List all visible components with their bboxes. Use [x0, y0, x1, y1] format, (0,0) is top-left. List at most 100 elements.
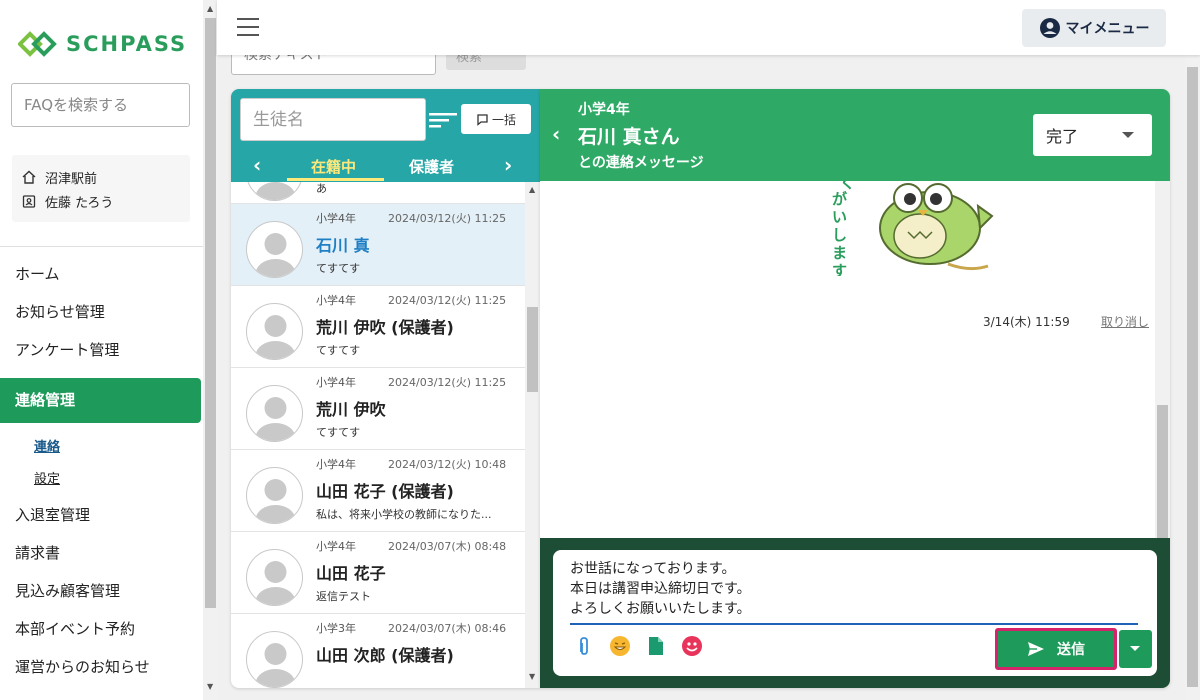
student-list-scrollbar[interactable]: ▲ ▼: [525, 182, 540, 688]
bulk-send-label: 一括: [491, 112, 516, 127]
scroll-up-icon[interactable]: ▲: [207, 4, 213, 13]
faq-search-input[interactable]: [11, 83, 190, 127]
sidebar-item-home[interactable]: ホーム: [0, 255, 203, 293]
list-tabs: ‹ 在籍中 保護者 ›: [231, 151, 540, 182]
svg-text:い: い: [832, 208, 847, 226]
sidebar-subitem-settings[interactable]: 設定: [0, 464, 203, 496]
sidebar-item-contact[interactable]: 連絡管理: [0, 378, 201, 423]
page-scrollbar[interactable]: [1185, 55, 1200, 700]
chat-student-grade: 小学4年: [578, 102, 630, 118]
send-label: 送信: [1057, 642, 1085, 658]
sidebar-item-operator-news[interactable]: 運営からのお知らせ: [0, 648, 203, 686]
avatar: [246, 385, 303, 442]
chat-header: ‹ 小学4年 石川 真さん との連絡メッセージ 完了: [540, 89, 1170, 181]
chat-scrollbar[interactable]: [1155, 181, 1170, 538]
page-scroll-thumb[interactable]: [1187, 67, 1198, 687]
home-icon: [22, 170, 36, 184]
sidebar: SCHPASS 沼津駅前 佐藤 たろう ホーム お知らせ管理 アンケート管理 連…: [0, 0, 203, 700]
chevron-down-icon: [1122, 132, 1134, 138]
message-textarea[interactable]: お世話になっております。 本日は講習申込締切日です。 よろしくお願いいたします。: [570, 559, 1150, 619]
owl-stamp-image: く が い し ま す: [832, 181, 994, 276]
avatar: [246, 182, 303, 201]
compose-box: お世話になっております。 本日は講習申込締切日です。 よろしくお願いいたします。: [553, 550, 1157, 676]
account-circle-icon: [1039, 18, 1060, 38]
status-select[interactable]: 完了: [1033, 114, 1152, 156]
avatar: [246, 549, 303, 606]
chat-subtitle: との連絡メッセージ: [578, 155, 704, 171]
logo-text: SCHPASS: [66, 32, 188, 56]
list-item[interactable]: あ: [231, 182, 525, 204]
list-item-name: 石川 真: [316, 236, 370, 255]
svg-text:ま: ま: [832, 244, 847, 262]
list-item-name: 荒川 伊吹: [316, 400, 386, 419]
school-name: 沼津駅前: [45, 171, 98, 187]
svg-text:し: し: [832, 226, 847, 244]
list-item-preview: 私は、将来小学校の教師になりた...: [316, 508, 492, 521]
scroll-down-icon[interactable]: ▼: [207, 682, 213, 691]
list-item-preview: てすてす: [316, 262, 361, 275]
undo-message-link[interactable]: 取り消し: [1101, 313, 1149, 330]
sidebar-scrollbar[interactable]: ▲ ▼: [203, 0, 217, 700]
sidebar-subitem-contact[interactable]: 連絡: [0, 432, 203, 464]
send-button[interactable]: 送信: [995, 628, 1117, 670]
student-list-scroll-thumb[interactable]: [527, 307, 538, 392]
avatar: [246, 467, 303, 524]
avatar: [246, 303, 303, 360]
scroll-up-icon[interactable]: ▲: [529, 185, 535, 194]
list-item[interactable]: 小学4年 2024/03/07(木) 08:48 山田 花子 返信テスト: [231, 532, 525, 614]
sidebar-item-surveys[interactable]: アンケート管理: [0, 331, 203, 369]
bulk-send-button[interactable]: 一括: [461, 104, 531, 134]
student-name-input[interactable]: [240, 98, 426, 141]
list-item-date: 2024/03/12(火) 11:25: [388, 212, 507, 225]
chat-scroll-thumb[interactable]: [1157, 405, 1168, 538]
list-item-grade: 小学3年: [316, 622, 356, 635]
back-icon[interactable]: ‹: [552, 122, 560, 146]
document-icon[interactable]: [645, 635, 667, 657]
list-item-preview: 返信テスト: [316, 590, 371, 603]
sticker-icon[interactable]: [681, 635, 703, 657]
list-item[interactable]: 小学4年 2024/03/12(火) 11:25 石川 真 てすてす: [231, 204, 525, 286]
tab-guardian[interactable]: 保護者: [409, 156, 454, 177]
id-badge-icon: [22, 195, 36, 208]
user-row: 佐藤 たろう: [22, 189, 180, 213]
sidebar-item-prospects[interactable]: 見込み顧客管理: [0, 572, 203, 610]
sidebar-item-attendance[interactable]: 入退室管理: [0, 496, 203, 534]
message-thread: く が い し ま す 3/14(木) 11:59 取り消し: [540, 181, 1155, 538]
list-item-date: 2024/03/12(火) 11:25: [388, 294, 507, 307]
my-menu-button[interactable]: マイメニュー: [1022, 9, 1166, 47]
tab-next-icon[interactable]: ›: [504, 153, 512, 177]
list-item-date: 2024/03/07(木) 08:48: [388, 540, 507, 553]
chat-student-name: 石川 真さん: [578, 126, 680, 148]
sidebar-item-hq-events[interactable]: 本部イベント予約: [0, 610, 203, 648]
list-item[interactable]: 小学3年 2024/03/07(木) 08:46 山田 次郎 (保護者): [231, 614, 525, 688]
avatar: [246, 221, 303, 278]
emoji-icon[interactable]: [609, 635, 631, 657]
list-item[interactable]: 小学4年 2024/03/12(火) 11:25 荒川 伊吹 (保護者) てすて…: [231, 286, 525, 368]
hamburger-menu-icon[interactable]: [237, 18, 259, 36]
tab-prev-icon[interactable]: ‹: [253, 153, 261, 177]
list-item-date: 2024/03/12(火) 11:25: [388, 376, 507, 389]
list-item-date: 2024/03/07(木) 08:46: [388, 622, 507, 635]
logo-icon: [18, 31, 57, 57]
list-item[interactable]: 小学4年 2024/03/12(火) 11:25 荒川 伊吹 てすてす: [231, 368, 525, 450]
list-item-date: 2024/03/12(火) 10:48: [388, 458, 507, 471]
chevron-down-icon: [1130, 646, 1140, 651]
scroll-down-icon[interactable]: ▼: [529, 672, 535, 681]
student-list-header: 一括 ‹ 在籍中 保護者 ›: [231, 89, 540, 182]
list-item-grade: 小学4年: [316, 458, 356, 471]
school-row: 沼津駅前: [22, 165, 180, 189]
tab-enrolled[interactable]: 在籍中: [311, 156, 356, 177]
textarea-focus-line: [570, 623, 1138, 625]
sidebar-item-notices[interactable]: お知らせ管理: [0, 293, 203, 331]
status-value: 完了: [1046, 127, 1079, 146]
list-item[interactable]: 小学4年 2024/03/12(火) 10:48 山田 花子 (保護者) 私は、…: [231, 450, 525, 532]
sidebar-divider: [0, 246, 203, 247]
send-icon: [1028, 642, 1044, 656]
attachment-icon[interactable]: [573, 635, 595, 657]
sort-icon[interactable]: [429, 111, 457, 129]
sidebar-item-invoices[interactable]: 請求書: [0, 534, 203, 572]
list-item-name: 山田 花子 (保護者): [316, 482, 454, 501]
send-options-dropdown[interactable]: [1119, 630, 1152, 668]
sidebar-scroll-thumb[interactable]: [205, 18, 216, 608]
logo[interactable]: SCHPASS: [18, 30, 187, 58]
